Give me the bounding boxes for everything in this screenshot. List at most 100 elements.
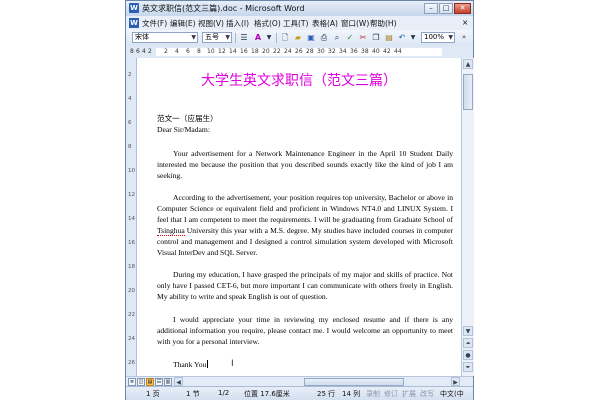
chevron-down-icon: ▼	[448, 34, 453, 41]
menu-edit[interactable]: 编辑(E)	[170, 18, 196, 29]
status-page-of: 1/2	[218, 389, 230, 397]
menu-table[interactable]: 表格(A)	[312, 18, 338, 29]
paragraph-3: During my education, I have grasped the …	[157, 270, 453, 301]
web-view-icon[interactable]: ◫	[137, 378, 145, 386]
toolbar-options-icon[interactable]: »	[458, 32, 470, 43]
ruler-tick: 10	[207, 48, 215, 55]
ruler-tick: 22	[273, 48, 281, 55]
document-menu-icon[interactable]: W	[129, 18, 139, 28]
next-page-icon[interactable]: ⏷	[463, 362, 473, 372]
chevron-down-icon[interactable]: ▼	[263, 32, 275, 43]
normal-view-icon[interactable]: ≡	[128, 378, 136, 386]
scroll-up-icon[interactable]: ▲	[463, 59, 473, 69]
ibeam-cursor-icon: I	[231, 359, 234, 369]
print-preview-icon[interactable]: ⌕	[331, 32, 343, 43]
menu-help[interactable]: 帮助(H)	[370, 18, 397, 29]
close-document-button[interactable]: ×	[462, 18, 468, 27]
spelling-icon[interactable]: ✓	[344, 32, 356, 43]
vruler-tick: 16	[128, 240, 135, 246]
menu-file[interactable]: 文件(F)	[142, 18, 167, 29]
title-bar[interactable]: W 英文求职信(范文三篇).doc - Microsoft Word – □ ✕	[126, 1, 473, 17]
ruler-tick: 44	[394, 48, 402, 55]
outline-view-icon[interactable]: ☷	[155, 378, 163, 386]
status-language: 中文(中	[440, 390, 464, 398]
font-name-select[interactable]: 宋体 ▼	[132, 32, 198, 43]
menu-view[interactable]: 视图(V)	[198, 18, 224, 29]
menu-window[interactable]: 窗口(W)	[341, 18, 369, 29]
scroll-thumb[interactable]	[463, 74, 473, 110]
print-icon[interactable]: ⎙	[318, 32, 330, 43]
status-overtype[interactable]: 改写	[420, 389, 434, 399]
vruler-tick: 14	[128, 216, 135, 222]
spelling-error-word[interactable]: Tsinghua	[157, 226, 185, 236]
cut-icon[interactable]: ✂	[357, 32, 369, 43]
previous-page-icon[interactable]: ⏶	[463, 338, 473, 348]
status-page: 1 页	[146, 390, 160, 398]
page-view-icon[interactable]: ▤	[146, 378, 154, 386]
closing-text: Thank You	[173, 360, 207, 369]
zoom-select[interactable]: 100% ▼	[421, 32, 455, 43]
formatting-toolbar: 宋体 ▼ 五号 ▼ ☰ A ▼ 🗋 ▰ ▣ ⎙ ⌕ ✓ ✂ ❐ ▤ ↶ ▼ 10…	[126, 30, 473, 47]
paragraph-2: According to the advertisement, your pos…	[157, 192, 453, 258]
vruler-tick: 12	[128, 192, 135, 198]
paste-icon[interactable]: ▤	[383, 32, 395, 43]
vruler-tick: 10	[128, 168, 135, 174]
vruler-tick: 8	[128, 144, 132, 150]
status-record[interactable]: 录制	[366, 389, 380, 399]
toolbar-separator	[235, 33, 236, 43]
ruler-tick: 6	[186, 48, 190, 55]
ruler-tick: 12	[218, 48, 226, 55]
font-name-value: 宋体	[135, 33, 149, 41]
status-column: 14 列	[342, 390, 361, 398]
reading-view-icon[interactable]: ▥	[164, 378, 172, 386]
scroll-down-icon[interactable]: ▼	[463, 326, 473, 336]
new-document-icon[interactable]: 🗋	[279, 32, 291, 43]
window-title: 英文求职信(范文三篇).doc - Microsoft Word	[142, 4, 305, 13]
text-cursor	[207, 360, 209, 368]
vertical-scrollbar[interactable]: ▲ ▼ ⏶ ● ⏷	[461, 58, 474, 376]
ruler-tick: 30	[317, 48, 325, 55]
ruler-tick: 34	[339, 48, 347, 55]
ruler-tick: 24	[284, 48, 292, 55]
close-button[interactable]: ✕	[454, 3, 471, 14]
minimize-button[interactable]: –	[424, 3, 438, 14]
status-line: 25 行	[317, 390, 336, 398]
scroll-right-icon[interactable]: ▶	[451, 377, 460, 386]
paragraph-2-text-b: University this year with a M.S. degree.…	[157, 226, 453, 257]
document-heading: 范文一（应届生）	[157, 114, 218, 123]
font-size-select[interactable]: 五号 ▼	[202, 32, 232, 43]
align-justify-icon[interactable]: ☰	[238, 32, 250, 43]
browse-object-icon[interactable]: ●	[463, 350, 473, 360]
menu-format[interactable]: 格式(O)	[254, 18, 281, 29]
maximize-button[interactable]: □	[439, 3, 453, 14]
toolbar-separator	[276, 33, 277, 43]
status-bar: 1 页 1 节 1/2 位置 17.6厘米 25 行 14 列 录制 修订 扩展…	[126, 386, 473, 400]
chevron-down-icon: ▼	[191, 34, 196, 41]
status-revisions[interactable]: 修订	[384, 389, 398, 399]
paragraph-4: I would appreciate your time in reviewin…	[157, 315, 453, 346]
ruler-tick: 18	[251, 48, 259, 55]
ruler-tick: 6	[136, 48, 140, 55]
font-size-value: 五号	[205, 33, 219, 41]
chevron-down-icon[interactable]: ▼	[407, 32, 419, 43]
ruler-tick: 26	[295, 48, 303, 55]
menu-insert[interactable]: 插入(I)	[226, 18, 249, 29]
document-page[interactable]: 大学生英文求职信（范文三篇） 范文一（应届生） Dear Sir/Madam: …	[137, 58, 461, 376]
horizontal-scroll-thumb[interactable]	[304, 378, 404, 386]
ruler-tick: 40	[372, 48, 380, 55]
paragraph-1: Your advertisement for a Network Mainten…	[157, 149, 453, 180]
word-window: W 英文求职信(范文三篇).doc - Microsoft Word – □ ✕…	[125, 0, 474, 400]
vruler-tick: 18	[128, 264, 135, 270]
menu-bar: W 文件(F) 编辑(E) 视图(V) 插入(I) 格式(O) 工具(T) 表格…	[126, 16, 473, 31]
status-extend[interactable]: 扩展	[402, 389, 416, 399]
vertical-ruler[interactable]: 2 4 6 8 10 12 14 16 18 20 22 24 26	[126, 58, 137, 376]
scroll-left-icon[interactable]: ◀	[174, 377, 183, 386]
copy-icon[interactable]: ❐	[370, 32, 382, 43]
ruler-tick: 16	[240, 48, 248, 55]
ruler-tick: 28	[306, 48, 314, 55]
save-icon[interactable]: ▣	[305, 32, 317, 43]
menu-tools[interactable]: 工具(T)	[283, 18, 308, 29]
vruler-tick: 6	[128, 120, 132, 126]
word-app-icon[interactable]: W	[129, 3, 139, 13]
open-folder-icon[interactable]: ▰	[292, 32, 304, 43]
